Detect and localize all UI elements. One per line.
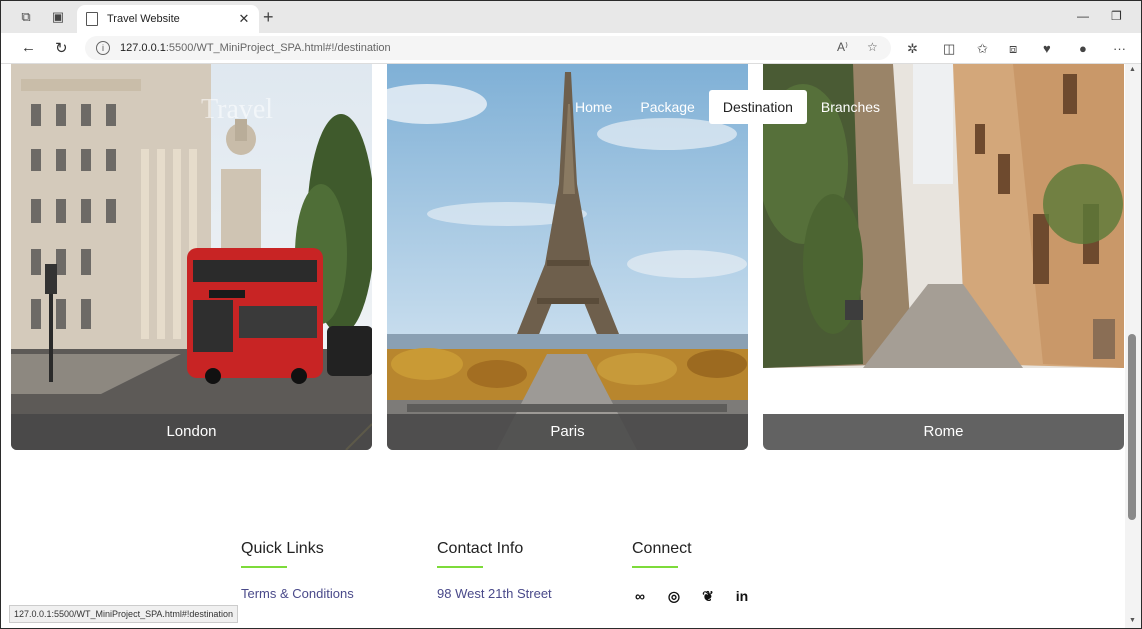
tab-title: Travel Website — [107, 13, 180, 25]
minimize-icon[interactable]: — — [1077, 9, 1089, 23]
footer-address[interactable]: 98 West 21th Street — [437, 586, 552, 601]
workspaces-icon[interactable]: ⧉ — [15, 7, 37, 27]
page-viewport: London Paris Rome Travel Home Package De… — [1, 64, 1125, 628]
tab-bar: ⧉ ▣ Travel Website ✕ + — ❐ — [1, 1, 1141, 33]
new-tab-button[interactable]: + — [263, 6, 274, 28]
profile-icon[interactable]: ● — [1079, 41, 1087, 56]
more-icon[interactable]: ··· — [1113, 41, 1126, 56]
back-icon[interactable]: ← — [21, 39, 36, 56]
footer-heading: Contact Info — [437, 540, 524, 557]
favorites-icon[interactable]: ✩ — [977, 41, 988, 57]
meta-icon[interactable]: ∞ — [632, 588, 648, 605]
destination-name: Paris — [387, 414, 748, 450]
destination-name: London — [11, 414, 372, 450]
close-tab-icon[interactable]: ✕ — [235, 11, 253, 27]
address-toolbar: ← ↻ i 127.0.0.1 :5500/WT_MiniProject_SPA… — [1, 33, 1141, 64]
heading-underline — [241, 566, 287, 568]
instagram-icon[interactable]: ◎ — [666, 588, 682, 605]
footer-heading: Connect — [632, 540, 692, 557]
url-path: :5500/WT_MiniProject_SPA.html#!/destinat… — [165, 42, 391, 54]
footer-quick-links: Quick Links Terms & Conditions — [241, 540, 354, 601]
url-host: 127.0.0.1 — [120, 42, 166, 54]
scroll-up-icon[interactable]: ▲ — [1129, 66, 1136, 73]
nav-package[interactable]: Package — [626, 90, 708, 124]
footer-link-terms[interactable]: Terms & Conditions — [241, 586, 354, 601]
heading-underline — [437, 566, 483, 568]
footer-heading: Quick Links — [241, 540, 324, 557]
browser-essentials-icon[interactable]: ♥ — [1043, 41, 1051, 56]
site-logo[interactable]: Travel — [201, 94, 273, 126]
heading-underline — [632, 566, 678, 568]
read-aloud-icon[interactable]: A⁾ — [837, 40, 848, 54]
scrollbar-thumb[interactable] — [1128, 334, 1136, 520]
info-icon[interactable]: i — [96, 41, 110, 55]
status-url: 127.0.0.1:5500/WT_MiniProject_SPA.html#!… — [9, 605, 238, 623]
site-nav: Home Package Destination Branches — [561, 90, 894, 124]
tab-travel-website[interactable]: Travel Website ✕ — [77, 5, 259, 33]
social-icons: ∞ ◎ ❦ in — [632, 588, 750, 605]
collections-icon[interactable]: ⧈ — [1009, 41, 1017, 57]
extensions-icon[interactable]: ✲ — [907, 41, 918, 57]
refresh-icon[interactable]: ↻ — [55, 39, 68, 57]
footer-connect: Connect ∞ ◎ ❦ in — [632, 540, 750, 605]
page-scrollbar[interactable]: ▲ ▼ — [1125, 64, 1141, 628]
address-bar[interactable]: i 127.0.0.1 :5500/WT_MiniProject_SPA.htm… — [85, 36, 891, 60]
nav-branches[interactable]: Branches — [807, 90, 894, 124]
browser-window: ⧉ ▣ Travel Website ✕ + — ❐ ← ↻ i 127.0.0… — [0, 0, 1142, 629]
twitter-icon[interactable]: ❦ — [700, 588, 716, 605]
footer-contact-info: Contact Info 98 West 21th Street — [437, 540, 552, 601]
page-icon — [86, 12, 98, 26]
maximize-icon[interactable]: ❐ — [1111, 9, 1122, 23]
linkedin-icon[interactable]: in — [734, 588, 750, 605]
favorite-icon[interactable]: ☆ — [867, 40, 878, 54]
nav-destination[interactable]: Destination — [708, 90, 807, 124]
destination-name: Rome — [763, 414, 1124, 450]
split-screen-icon[interactable]: ◫ — [943, 41, 955, 57]
tab-actions-icon[interactable]: ▣ — [47, 7, 69, 27]
scroll-down-icon[interactable]: ▼ — [1129, 617, 1136, 624]
nav-home[interactable]: Home — [561, 90, 626, 124]
london-photo — [11, 64, 372, 450]
destination-card-london[interactable]: London — [11, 64, 372, 450]
